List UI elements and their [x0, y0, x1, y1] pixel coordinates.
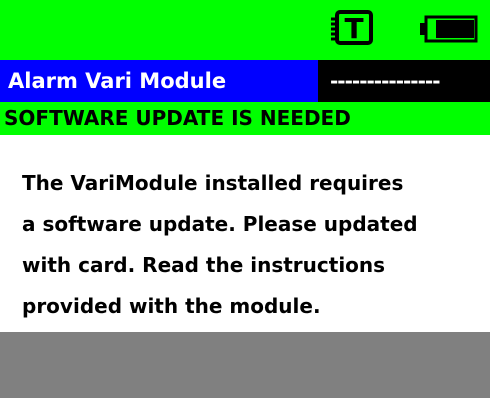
message-text: The VariModule installed requires a soft…: [22, 163, 484, 327]
module-value: ---------------: [318, 60, 490, 102]
battery-icon: [420, 15, 478, 43]
message-line: a software update. Please updated: [22, 212, 418, 236]
message-line: with card. Read the instructions: [22, 253, 386, 277]
title-bar: Alarm Vari Module ---------------: [0, 60, 490, 102]
message-line: provided with the module.: [22, 294, 321, 318]
module-title: Alarm Vari Module: [0, 60, 318, 102]
alert-banner: SOFTWARE UPDATE IS NEEDED: [0, 102, 490, 135]
card-t-icon: T: [331, 10, 373, 45]
message-line: The VariModule installed requires: [22, 171, 404, 195]
card-icon-letter: T: [344, 12, 363, 45]
bottom-bar: [0, 332, 490, 398]
status-bar: T: [0, 0, 490, 60]
